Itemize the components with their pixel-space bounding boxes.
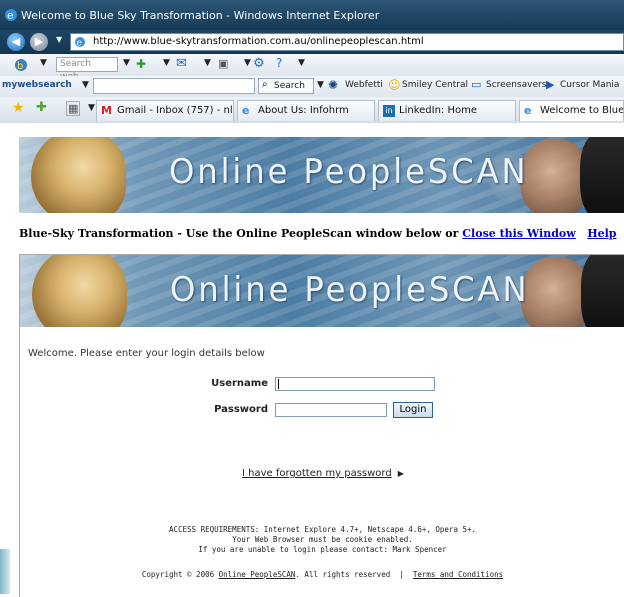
cursor-icon: ▶	[546, 78, 555, 91]
mywebsearch-logo[interactable]: mywebsearch	[2, 80, 72, 90]
history-dropdown-icon[interactable]: ▼	[56, 35, 62, 44]
ie-page-icon: e	[242, 104, 250, 117]
dropdown-arrow-icon[interactable]: ▼	[317, 80, 324, 90]
tab-gmail[interactable]: M Gmail - Inbox (757) - nlpm...	[96, 100, 234, 121]
svg-text:b: b	[17, 61, 23, 72]
tab-linkedin[interactable]: in LinkedIn: Home	[378, 100, 516, 121]
screensavers-button[interactable]: Screensavers	[486, 80, 546, 90]
banner-title: Online PeopleSCAN	[170, 270, 530, 310]
svg-text:e: e	[77, 39, 82, 49]
page-content: Online PeopleSCAN Blue-Sky Transformatio…	[0, 123, 624, 597]
address-bar-row: ◀ ▶ ▼ e http://www.blue-skytransformatio…	[0, 30, 624, 54]
dropdown-arrow-icon[interactable]: ▼	[123, 58, 130, 68]
url-text: http://www.blue-skytransformation.com.au…	[93, 36, 424, 47]
password-label: Password	[214, 404, 268, 415]
dropdown-arrow-icon[interactable]: ▼	[244, 58, 251, 68]
window-edge	[0, 549, 10, 594]
access-requirements: ACCESS REQUIREMENTS: Internet Explore 4.…	[168, 525, 477, 554]
quick-tabs-icon[interactable]: ▦	[66, 101, 81, 116]
top-banner: Online PeopleSCAN	[19, 137, 624, 213]
cursor-mania-button[interactable]: Cursor Mania	[560, 80, 619, 90]
search-icon: ⌕	[262, 79, 268, 90]
dropdown-arrow-icon[interactable]: ▼	[82, 80, 89, 90]
settings-icon[interactable]: ⚙	[253, 56, 265, 71]
dropdown-arrow-icon[interactable]: ▼	[204, 58, 211, 68]
web-search-input[interactable]: Search web..	[56, 57, 118, 82]
gmail-icon: M	[101, 104, 112, 117]
smiley-icon: ☺	[388, 78, 401, 92]
feed-icon[interactable]: ▣	[218, 57, 228, 70]
banner-title: Online PeopleSCAN	[169, 152, 529, 192]
tab-bar: ★ ✚ ▦ ▼ M Gmail - Inbox (757) - nlpm... …	[0, 97, 624, 124]
webfetti-button[interactable]: Webfetti	[345, 80, 383, 90]
monitor-icon: ▭	[471, 78, 482, 91]
login-button[interactable]: Login	[393, 402, 433, 418]
username-label: Username	[211, 378, 268, 389]
address-bar[interactable]: e http://www.blue-skytransformation.com.…	[70, 33, 624, 51]
help-icon[interactable]: ?	[276, 56, 282, 70]
ie-logo-icon: e	[5, 9, 17, 22]
smiley-central-button[interactable]: Smiley Central	[402, 80, 468, 90]
window-title-bar: e Welcome to Blue Sky Transformation - W…	[0, 0, 624, 30]
mywebsearch-input[interactable]	[93, 78, 255, 94]
help-link[interactable]: Help	[587, 227, 616, 240]
tab-list-dropdown-icon[interactable]: ▼	[88, 103, 95, 113]
username-input[interactable]	[275, 377, 435, 391]
add-icon[interactable]: ✚	[136, 57, 146, 71]
dropdown-arrow-icon[interactable]: ▼	[163, 58, 170, 68]
toolbar-logo-icon[interactable]: b	[14, 58, 28, 72]
ie-page-icon: e	[524, 104, 532, 117]
webfetti-icon: ✺	[328, 78, 339, 92]
frame-banner: Online PeopleSCAN	[20, 255, 624, 327]
tab-infohrm[interactable]: e About Us: Infohrm	[237, 100, 375, 121]
dropdown-arrow-icon[interactable]: ▼	[298, 58, 305, 68]
forgot-password-link[interactable]: I have forgotten my password ▶	[242, 468, 404, 479]
page-icon: e	[75, 37, 85, 49]
close-window-link[interactable]: Close this Window	[462, 227, 575, 240]
arrow-right-icon: ▶	[397, 469, 404, 478]
password-input[interactable]	[275, 403, 387, 417]
mywebsearch-toolbar: mywebsearch ▼ ⌕ Search ▼ ✺ Webfetti ☺ Sm…	[0, 76, 624, 98]
intro-line: Blue-Sky Transformation - Use the Online…	[19, 227, 617, 240]
add-favorite-icon[interactable]: ✚	[36, 100, 47, 115]
svg-text:e: e	[7, 9, 14, 22]
terms-link[interactable]: Terms and Conditions	[413, 570, 503, 579]
back-button[interactable]: ◀	[7, 33, 25, 51]
favorites-star-icon[interactable]: ★	[12, 100, 25, 116]
search-toolbar: b ▼ Search web.. ▼ ✚ ▼ ✉ ▼ ▣ ▼ ⚙ ? ▼	[0, 54, 624, 82]
peoplescan-frame: Online PeopleSCAN Welcome. Please enter …	[19, 254, 624, 597]
window-title: Welcome to Blue Sky Transformation - Win…	[21, 9, 380, 22]
banner-woman-image	[31, 137, 126, 213]
search-button[interactable]: ⌕ Search	[258, 78, 314, 94]
dropdown-arrow-icon[interactable]: ▼	[40, 58, 47, 68]
tab-blue-sky[interactable]: e Welcome to Blue Sky	[519, 100, 624, 121]
welcome-text: Welcome. Please enter your login details…	[28, 348, 265, 359]
mail-icon[interactable]: ✉	[176, 56, 187, 71]
banner-woman-image	[32, 255, 127, 327]
online-peoplescan-link[interactable]: Online PeopleSCAN	[219, 570, 296, 579]
linkedin-icon: in	[383, 105, 395, 117]
forward-button[interactable]: ▶	[30, 33, 48, 51]
copyright-footer: Copyright © 2006 Online PeopleSCAN. All …	[141, 570, 504, 579]
